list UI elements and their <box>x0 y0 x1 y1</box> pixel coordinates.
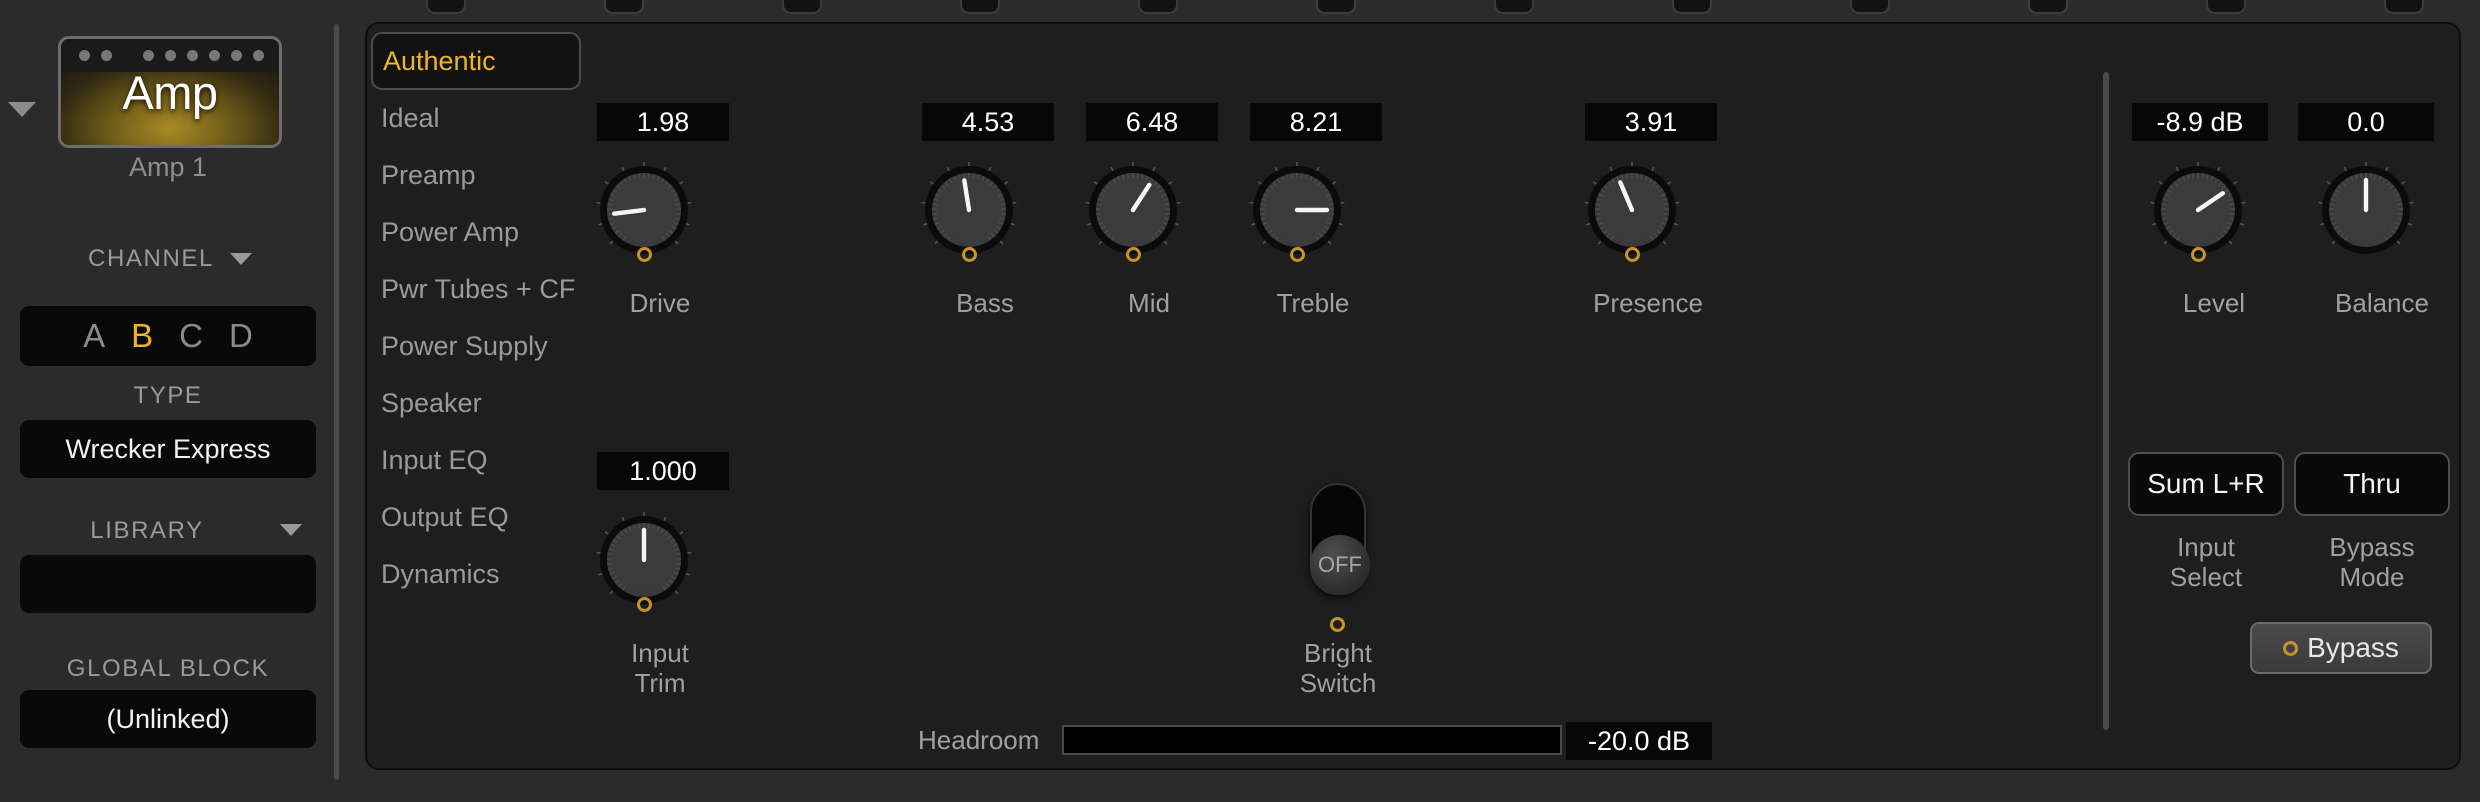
bright-switch-modifier-indicator-icon[interactable] <box>1330 617 1345 632</box>
level-knob[interactable] <box>2148 160 2248 260</box>
headroom-meter[interactable] <box>1062 725 1562 755</box>
input-trim-knob[interactable] <box>594 510 694 610</box>
chevron-down-icon[interactable] <box>280 524 302 536</box>
channel-option-b[interactable]: B <box>131 317 153 355</box>
global-block-section-label: GLOBAL BLOCK <box>66 655 270 682</box>
amp-knob-dot <box>209 50 220 61</box>
top-tab-stub[interactable] <box>2206 0 2246 14</box>
balance-value[interactable]: 0.0 <box>2298 103 2434 141</box>
tab-authentic[interactable]: Authentic <box>371 32 581 90</box>
top-tab-stub[interactable] <box>1672 0 1712 14</box>
mid-knob[interactable] <box>1083 160 1183 260</box>
amp-thumbnail-label: Amp <box>122 66 218 119</box>
tab-pwr-tubes-cf[interactable]: Pwr Tubes + CF <box>371 260 581 318</box>
channel-selector[interactable]: ABCD <box>20 306 316 366</box>
amp-knob-dot <box>187 50 198 61</box>
presence-label: Presence <box>1593 288 1703 318</box>
tab-speaker[interactable]: Speaker <box>371 374 581 432</box>
drive-knob[interactable] <box>594 160 694 260</box>
chevron-down-icon[interactable] <box>8 102 36 117</box>
headroom-label: Headroom <box>918 725 1040 755</box>
tab-ideal[interactable]: Ideal <box>371 89 581 147</box>
treble-value[interactable]: 8.21 <box>1250 103 1382 141</box>
top-tab-stub[interactable] <box>2384 0 2424 14</box>
balance-knob[interactable] <box>2316 160 2416 260</box>
presence-knob[interactable] <box>1582 160 1682 260</box>
presence-modifier-indicator-icon[interactable] <box>1625 247 1640 262</box>
type-section-label: TYPE <box>133 382 203 409</box>
channel-option-a[interactable]: A <box>83 317 105 355</box>
input-trim-modifier-indicator-icon[interactable] <box>637 597 652 612</box>
amp-thumbnail[interactable]: Amp <box>58 36 282 148</box>
level-modifier-indicator-icon[interactable] <box>2191 247 2206 262</box>
top-tab-stub[interactable] <box>960 0 1000 14</box>
amp-knob-dot <box>143 50 154 61</box>
amp-knob-dot <box>231 50 242 61</box>
top-tab-stub[interactable] <box>1316 0 1356 14</box>
bypass-mode-button[interactable]: Thru <box>2294 452 2450 516</box>
bright-switch-label: Bright Switch <box>1299 638 1377 699</box>
ring-icon <box>2283 640 2299 656</box>
top-tab-stub-row <box>0 0 2480 14</box>
top-tab-stub[interactable] <box>1494 0 1534 14</box>
tab-preamp[interactable]: Preamp <box>371 146 581 204</box>
amp-knob-dot <box>101 50 112 61</box>
bright-switch-toggle[interactable]: OFF <box>1310 483 1370 595</box>
bypass-button-label: Bypass <box>2307 632 2399 663</box>
bypass-mode-caption: Bypass Mode <box>2329 532 2415 593</box>
treble-modifier-indicator-icon[interactable] <box>1290 247 1305 262</box>
amp-block-name: Amp 1 <box>128 152 208 182</box>
type-field[interactable]: Wrecker Express <box>20 420 316 478</box>
drive-modifier-indicator-icon[interactable] <box>637 247 652 262</box>
bass-modifier-indicator-icon[interactable] <box>962 247 977 262</box>
tab-power-amp[interactable]: Power Amp <box>371 203 581 261</box>
level-value[interactable]: -8.9 dB <box>2132 103 2268 141</box>
amp-knob-dot <box>79 50 90 61</box>
balance-label: Balance <box>2335 288 2429 318</box>
input-select-button[interactable]: Sum L+R <box>2128 452 2284 516</box>
tab-output-eq[interactable]: Output EQ <box>371 488 581 546</box>
top-tab-stub[interactable] <box>1850 0 1890 14</box>
mid-modifier-indicator-icon[interactable] <box>1126 247 1141 262</box>
top-tab-stub[interactable] <box>426 0 466 14</box>
channel-option-d[interactable]: D <box>229 317 253 355</box>
channel-option-c[interactable]: C <box>179 317 203 355</box>
top-tab-stub[interactable] <box>782 0 822 14</box>
bright-switch-thumb: OFF <box>1310 535 1370 595</box>
top-tab-stub[interactable] <box>604 0 644 14</box>
tab-dynamics[interactable]: Dynamics <box>371 545 581 603</box>
presence-value[interactable]: 3.91 <box>1585 103 1717 141</box>
amp-knob-dot <box>165 50 176 61</box>
input-trim-value[interactable]: 1.000 <box>597 452 729 490</box>
chevron-down-icon[interactable] <box>230 253 252 265</box>
tab-power-supply[interactable]: Power Supply <box>371 317 581 375</box>
drive-value[interactable]: 1.98 <box>597 103 729 141</box>
amp-editor-window: Amp Amp 1 CHANNEL ABCD TYPE Wrecker Expr… <box>0 0 2480 802</box>
amp-knob-dot <box>253 50 264 61</box>
treble-label: Treble <box>1276 288 1350 318</box>
top-tab-stub[interactable] <box>2028 0 2068 14</box>
top-tab-stub[interactable] <box>1138 0 1178 14</box>
global-block-field[interactable]: (Unlinked) <box>20 690 316 748</box>
block-sidebar: Amp Amp 1 CHANNEL ABCD TYPE Wrecker Expr… <box>0 0 336 802</box>
bypass-button[interactable]: Bypass <box>2250 622 2432 674</box>
headroom-value[interactable]: -20.0 dB <box>1566 722 1712 760</box>
drive-label: Drive <box>629 288 691 318</box>
tab-input-eq[interactable]: Input EQ <box>371 431 581 489</box>
channel-section-label: CHANNEL <box>88 245 214 272</box>
bass-value[interactable]: 4.53 <box>922 103 1054 141</box>
input-trim-label: Input Trim <box>631 638 689 699</box>
bass-knob[interactable] <box>919 160 1019 260</box>
mid-value[interactable]: 6.48 <box>1086 103 1218 141</box>
output-section-divider <box>2103 72 2109 730</box>
treble-knob[interactable] <box>1247 160 1347 260</box>
sidebar-divider <box>334 24 339 780</box>
input-select-caption: Input Select <box>2169 532 2243 593</box>
library-field[interactable] <box>20 555 316 613</box>
